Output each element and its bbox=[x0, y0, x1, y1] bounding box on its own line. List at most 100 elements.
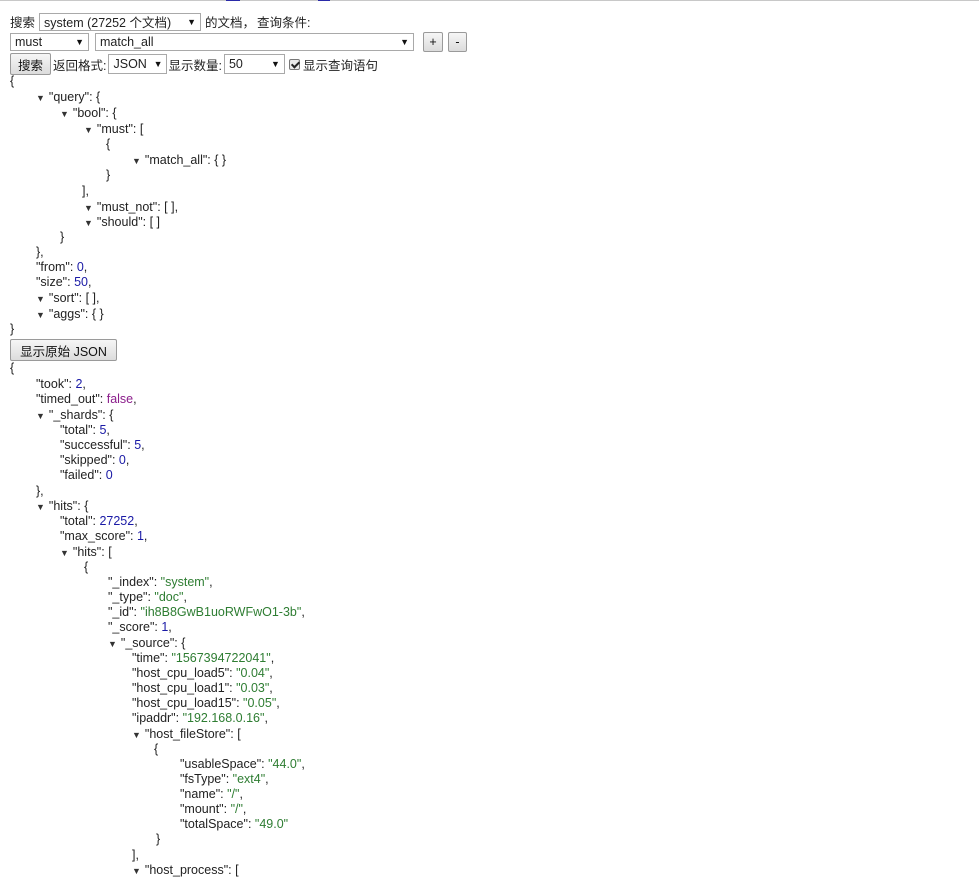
collapse-toggle-icon[interactable]: ▼ bbox=[36, 500, 45, 515]
json-key: "must_not": bbox=[96, 200, 165, 214]
result-json-line: { bbox=[10, 361, 14, 376]
json-value: "doc" bbox=[154, 590, 184, 604]
json-key: "host_process": bbox=[144, 863, 236, 877]
json-bracket: { bbox=[84, 499, 89, 513]
collapse-toggle-icon[interactable]: ▼ bbox=[108, 637, 117, 652]
json-value: "1567394722041" bbox=[171, 651, 271, 665]
result-json-line: "totalSpace": "49.0" bbox=[180, 817, 288, 832]
result-json-line: ▼ "hits": { bbox=[36, 499, 88, 514]
count-select[interactable]: 50 ▼ bbox=[223, 54, 285, 74]
json-key: "successful": bbox=[60, 438, 135, 452]
json-key: "sort": bbox=[48, 291, 86, 305]
json-key: "host_cpu_load1": bbox=[132, 681, 237, 695]
json-key: "hits": bbox=[72, 545, 109, 559]
search-options-row: 搜索 返回格式: JSON ▼ 显示数量: 50 ▼ 显示查询语句 bbox=[10, 53, 378, 75]
result-json-line: "fsType": "ext4", bbox=[180, 772, 269, 787]
json-value: 1 bbox=[136, 529, 144, 543]
remove-condition-button[interactable]: - bbox=[448, 32, 467, 52]
json-key: "usableSpace": bbox=[180, 757, 269, 771]
add-condition-button[interactable]: + bbox=[423, 32, 443, 52]
field-select-value: match_all bbox=[100, 35, 154, 49]
json-comma: , bbox=[265, 772, 269, 786]
json-key: "took": bbox=[36, 377, 76, 391]
json-key: "host_cpu_load15": bbox=[132, 696, 244, 710]
json-value: "49.0" bbox=[254, 817, 289, 831]
json-bracket: { bbox=[84, 560, 89, 574]
json-key: "max_score": bbox=[60, 529, 137, 543]
chevron-down-icon: ▼ bbox=[153, 59, 163, 69]
result-json-line: "failed": 0 bbox=[60, 468, 113, 483]
collapse-toggle-icon[interactable]: ▼ bbox=[132, 864, 141, 879]
json-bracket: } bbox=[156, 832, 161, 846]
result-json-line: }, bbox=[36, 484, 44, 499]
result-json-line: "mount": "/", bbox=[180, 802, 246, 817]
json-bracket: { bbox=[96, 90, 101, 104]
collapse-toggle-icon[interactable]: ▼ bbox=[36, 308, 45, 323]
json-bracket: [ bbox=[139, 122, 144, 136]
query-json-line: } bbox=[60, 230, 64, 245]
json-bracket: { bbox=[154, 742, 159, 756]
json-value: 50 bbox=[74, 275, 88, 289]
result-json-line: ▼ "host_process": [ bbox=[132, 863, 239, 878]
json-value: "ext4" bbox=[232, 772, 266, 786]
json-key: "total": bbox=[60, 423, 100, 437]
query-json-line: ▼ "must_not": [ ], bbox=[84, 200, 178, 215]
result-json-line: "ipaddr": "192.168.0.16", bbox=[132, 711, 268, 726]
format-select[interactable]: JSON ▼ bbox=[108, 54, 168, 74]
collapse-toggle-icon[interactable]: ▼ bbox=[36, 292, 45, 307]
json-bracket: } bbox=[106, 168, 111, 182]
query-json-line: ▼ "match_all": { } bbox=[132, 153, 226, 168]
json-key: "host_fileStore": bbox=[144, 727, 238, 741]
collapse-toggle-icon[interactable]: ▼ bbox=[84, 201, 93, 216]
json-value: "0.04" bbox=[236, 666, 270, 680]
result-json-line: "max_score": 1, bbox=[60, 529, 147, 544]
collapse-toggle-icon[interactable]: ▼ bbox=[36, 91, 45, 106]
query-json-line: "from": 0, bbox=[36, 260, 87, 275]
json-bracket: [ ], bbox=[85, 291, 100, 305]
json-value: "system" bbox=[160, 575, 210, 589]
json-key: "size": bbox=[36, 275, 75, 289]
json-key: "_shards": bbox=[48, 408, 110, 422]
result-json-line: } bbox=[156, 832, 160, 847]
result-json-line: "_index": "system", bbox=[108, 575, 213, 590]
field-select[interactable]: match_all ▼ bbox=[95, 33, 414, 51]
result-json-line: "successful": 5, bbox=[60, 438, 145, 453]
collapse-toggle-icon[interactable]: ▼ bbox=[84, 216, 93, 231]
json-bracket: { bbox=[10, 361, 15, 375]
json-key: "total": bbox=[60, 514, 100, 528]
json-bracket: [ bbox=[235, 863, 239, 877]
show-query-checkbox[interactable] bbox=[288, 58, 300, 70]
collapse-toggle-icon[interactable]: ▼ bbox=[60, 107, 69, 122]
collapse-toggle-icon[interactable]: ▼ bbox=[36, 409, 45, 424]
json-key: "timed_out": bbox=[36, 392, 107, 406]
collapse-toggle-icon[interactable]: ▼ bbox=[132, 728, 141, 743]
json-comma: , bbox=[125, 453, 130, 467]
bool-select-value: must bbox=[15, 35, 43, 49]
json-bracket: { } bbox=[91, 307, 104, 321]
index-select[interactable]: system (27252 个文档) ▼ bbox=[39, 12, 202, 31]
result-json-line: ▼ "hits": [ bbox=[60, 545, 112, 560]
json-value: 0 bbox=[118, 453, 126, 467]
json-comma: , bbox=[106, 423, 110, 437]
collapse-toggle-icon[interactable]: ▼ bbox=[132, 154, 141, 169]
search-button[interactable]: 搜索 bbox=[10, 53, 51, 75]
show-raw-json-button[interactable]: 显示原始 JSON bbox=[10, 339, 117, 361]
json-value: "/" bbox=[227, 787, 240, 801]
docs-label: 的文档， bbox=[205, 16, 256, 30]
json-key: "skipped": bbox=[60, 453, 119, 467]
json-key: "hits": bbox=[48, 499, 85, 513]
query-json-line: ], bbox=[82, 184, 89, 199]
result-json-line: "usableSpace": "44.0", bbox=[180, 757, 305, 772]
json-key: "_source": bbox=[120, 636, 182, 650]
chevron-down-icon: ▼ bbox=[271, 59, 280, 69]
bool-select[interactable]: must ▼ bbox=[10, 33, 89, 51]
result-json-line: "total": 27252, bbox=[60, 514, 138, 529]
json-comma: , bbox=[269, 666, 273, 680]
json-key: "fsType": bbox=[180, 772, 233, 786]
json-key: "from": bbox=[36, 260, 77, 274]
json-comma: , bbox=[82, 377, 86, 391]
query-json-line: "size": 50, bbox=[36, 275, 91, 290]
collapse-toggle-icon[interactable]: ▼ bbox=[84, 123, 93, 138]
collapse-toggle-icon[interactable]: ▼ bbox=[60, 546, 69, 561]
query-json-line: { bbox=[10, 74, 14, 89]
